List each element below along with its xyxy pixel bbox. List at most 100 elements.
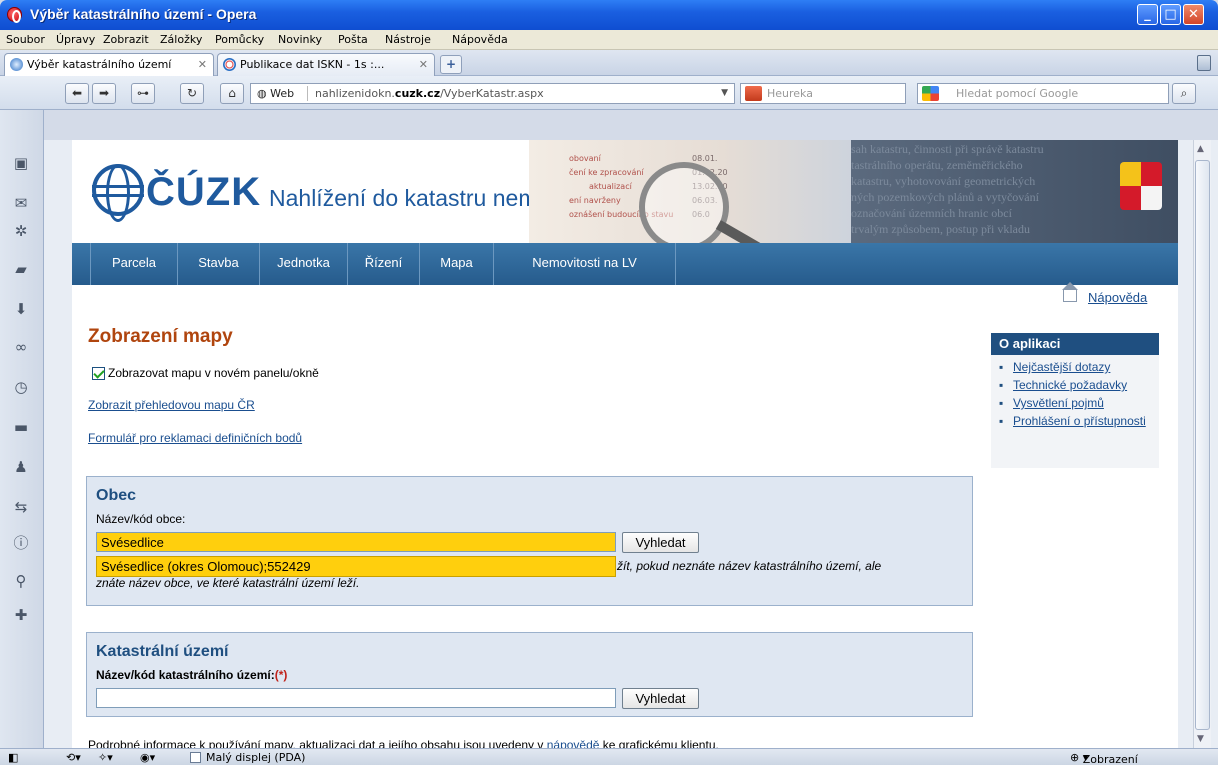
panel-sidebar: ▣ ✉ ✲ ▰ ⬇ ∞ ◷ ▬ ♟ ⇆ ⓘ ⚲ ✚ — [0, 110, 44, 748]
obec-hint-line2: znáte název obce, ve které katastrální ú… — [96, 576, 360, 590]
home-button[interactable]: ⌂ — [220, 83, 244, 104]
reload-button[interactable]: ↻ — [180, 83, 204, 104]
nav-parcela[interactable]: Parcela — [90, 243, 178, 285]
downloads-icon[interactable]: ⬇ — [12, 300, 30, 318]
menu-soubor[interactable]: Soubor — [6, 33, 45, 46]
trash-icon[interactable] — [1197, 55, 1211, 71]
contacts-icon[interactable]: ♟ — [12, 458, 30, 476]
tech-requirements-link[interactable]: Technické požadavky — [997, 376, 1159, 394]
history-icon[interactable]: ◷ — [12, 378, 30, 396]
tab-publikace-iskn[interactable]: Publikace dat ISKN - 1s :... ✕ — [217, 53, 435, 76]
menu-napoveda[interactable]: Nápověda — [452, 33, 508, 46]
nav-mapa[interactable]: Mapa — [420, 243, 494, 285]
turbo-icon[interactable]: ✧▾ — [98, 751, 113, 764]
help-inline-link[interactable]: nápovědě — [547, 738, 600, 748]
new-tab-button[interactable]: + — [440, 55, 462, 74]
widgets-icon[interactable]: ✲ — [12, 222, 30, 240]
search-button[interactable]: ⌕ — [1172, 83, 1196, 104]
reclamation-form-link[interactable]: Formulář pro reklamaci definičních bodů — [88, 431, 302, 445]
cuzk-globe-logo-icon[interactable] — [92, 164, 144, 222]
tab-vyber-katastru[interactable]: Výběr katastrálního území ✕ — [4, 53, 214, 76]
window-titlebar: Výběr katastrálního území - Opera _ □ ✕ — [0, 0, 1218, 30]
back-button[interactable]: ⬅ — [65, 83, 89, 104]
window-title: Výběr katastrálního území - Opera — [30, 6, 257, 22]
accessibility-link[interactable]: Prohlášení o přístupnosti — [997, 412, 1159, 430]
help-link[interactable]: Nápověda — [1088, 290, 1147, 305]
status-bar: ◧ ⟲▾ ✧▾ ◉▾ Malý displej (PDA) ⊕ Zobrazen… — [0, 748, 1218, 765]
obec-search-button[interactable]: Vyhledat — [622, 532, 699, 553]
small-screen-label: Malý displej (PDA) — [206, 751, 306, 764]
fast-forward-button[interactable]: ⊶ — [131, 83, 155, 104]
panel-toggle-icon[interactable]: ◧ — [8, 751, 18, 764]
glossary-link[interactable]: Vysvětlení pojmů — [997, 394, 1159, 412]
katastr-input[interactable] — [96, 688, 616, 708]
main-navigation: Parcela Stavba Jednotka Řízení Mapa Nemo… — [72, 243, 1178, 285]
add-panel-icon[interactable]: ✚ — [12, 606, 30, 624]
header-dark-image: sah katastru, činnosti při správě katast… — [851, 140, 1178, 243]
web-page: ČÚZK Nahlížení do katastru nemovitostí o… — [72, 140, 1178, 748]
cuzk-logo-text[interactable]: ČÚZK — [146, 170, 261, 215]
new-window-checkbox[interactable] — [92, 367, 105, 380]
google-search-field[interactable]: Hledat pomocí Google — [917, 83, 1169, 104]
sync-icon[interactable]: ⟲▾ — [66, 751, 81, 764]
iskn-favicon-icon — [223, 58, 236, 71]
forward-button[interactable]: ➡ — [92, 83, 116, 104]
required-mark: (*) — [274, 668, 288, 682]
vertical-scrollbar[interactable]: ▲ ▼ — [1193, 140, 1211, 748]
obec-label: Název/kód obce: — [96, 512, 186, 526]
overview-map-link[interactable]: Zobrazit přehledovou mapu ČR — [88, 398, 255, 412]
obec-hint-line1: žít, pokud neznáte název katastrálního ú… — [617, 559, 882, 573]
scroll-down-icon[interactable]: ▼ — [1197, 734, 1204, 744]
small-screen-checkbox[interactable] — [190, 752, 201, 763]
new-window-checkbox-label[interactable]: Zobrazovat mapu v novém panelu/okně — [108, 366, 319, 380]
heureka-icon — [745, 86, 762, 101]
maximize-button[interactable]: □ — [1160, 4, 1181, 25]
katastr-search-button[interactable]: Vyhledat — [622, 688, 699, 709]
info-icon[interactable]: ⓘ — [12, 534, 30, 552]
nav-nemovitosti-na-lv[interactable]: Nemovitosti na LV — [494, 243, 676, 285]
obec-input[interactable]: Svésedlice — [96, 532, 616, 552]
menu-novinky[interactable]: Novinky — [278, 33, 322, 46]
close-window-button[interactable]: ✕ — [1183, 4, 1204, 25]
address-field[interactable]: ◍ Web nahlizenidokn.cuzk.cz/VyberKatastr… — [250, 83, 735, 104]
site-header: ČÚZK Nahlížení do katastru nemovitostí o… — [72, 140, 1178, 243]
menu-pomucky[interactable]: Pomůcky — [215, 33, 264, 46]
menu-nastroje[interactable]: Nástroje — [385, 33, 431, 46]
mail-icon[interactable]: ✉ — [12, 194, 30, 212]
bookmarks-icon[interactable]: ▣ — [12, 154, 30, 172]
menu-posta[interactable]: Pošta — [338, 33, 368, 46]
tab-label: Výběr katastrálního území — [27, 58, 172, 71]
notes-icon[interactable]: ▰ — [12, 260, 30, 278]
magnifier-lens-icon — [639, 162, 729, 243]
scrollbar-thumb[interactable] — [1195, 160, 1210, 730]
transfers-icon[interactable]: ⇆ — [12, 498, 30, 516]
menu-zalozky[interactable]: Záložky — [160, 33, 202, 46]
zoom-indicator[interactable]: ⊕ Zobrazení (100%) ▾ — [1070, 751, 1138, 765]
tab-close-icon[interactable]: ✕ — [419, 58, 428, 71]
tab-close-icon[interactable]: ✕ — [198, 58, 207, 71]
images-icon[interactable]: ◉▾ — [140, 751, 155, 764]
chevron-down-icon[interactable]: ▼ — [721, 88, 728, 98]
heureka-search-field[interactable]: Heureka — [740, 83, 906, 104]
menu-zobrazit[interactable]: Zobrazit — [103, 33, 149, 46]
page-title: Zobrazení mapy — [88, 326, 233, 347]
nav-rizeni[interactable]: Řízení — [348, 243, 420, 285]
links-icon[interactable]: ∞ — [12, 338, 30, 356]
obec-autocomplete-suggestion[interactable]: Svésedlice (okres Olomouc);552429 — [96, 556, 616, 577]
nav-stavba[interactable]: Stavba — [178, 243, 260, 285]
menu-upravy[interactable]: Úpravy — [56, 33, 95, 46]
windows-icon[interactable]: ▬ — [12, 418, 30, 436]
scroll-up-icon[interactable]: ▲ — [1197, 144, 1204, 154]
tab-bar: Výběr katastrálního území ✕ Publikace da… — [0, 50, 1218, 76]
search-icon[interactable]: ⚲ — [12, 572, 30, 590]
opera-logo-icon[interactable] — [7, 7, 22, 23]
state-coat-of-arms-icon — [1120, 162, 1162, 210]
minimize-button[interactable]: _ — [1137, 4, 1158, 25]
menu-bar: Soubor Úpravy Zobrazit Záložky Pomůcky N… — [0, 30, 1218, 50]
obec-title: Obec — [96, 487, 137, 504]
web-label: ◍ Web — [257, 87, 295, 100]
about-app-title: O aplikaci — [991, 333, 1159, 355]
faq-link[interactable]: Nejčastější dotazy — [997, 358, 1159, 376]
obec-panel: Obec Název/kód obce: Svésedlice Vyhledat… — [86, 476, 973, 606]
nav-jednotka[interactable]: Jednotka — [260, 243, 348, 285]
